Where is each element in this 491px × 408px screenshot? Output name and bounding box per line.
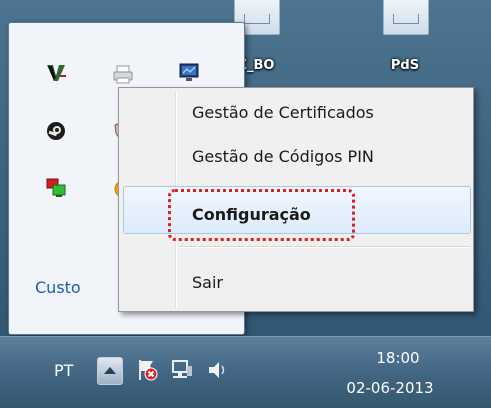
language-indicator[interactable]: PT [54, 361, 73, 380]
action-center-error-icon[interactable] [135, 358, 159, 382]
menu-item-exit[interactable]: Sair [192, 273, 223, 292]
menu-item-certificate-management[interactable]: Gestão de Certificados [192, 103, 374, 122]
volume-icon[interactable] [206, 358, 230, 382]
taskbar: PT 18:00 02-06-2013 [0, 336, 491, 408]
matlab-icon[interactable] [45, 61, 67, 83]
chevron-up-icon [104, 367, 116, 374]
menu-separator [179, 246, 470, 248]
network-status-icon[interactable] [170, 358, 194, 382]
show-hidden-icons-button[interactable] [97, 357, 123, 385]
highlight-annotation [168, 189, 355, 241]
document-thumbnail-icon [383, 0, 429, 35]
network-icon[interactable] [45, 177, 67, 199]
steam-icon[interactable] [45, 120, 67, 142]
desktop-icon-pds[interactable]: PdS [375, 0, 435, 80]
monitor-icon[interactable] [178, 61, 200, 83]
desktop-icon-label: PdS [390, 58, 420, 73]
customize-link[interactable]: Custo [35, 278, 81, 297]
printer-icon[interactable] [112, 63, 134, 85]
menu-item-pin-code-management[interactable]: Gestão de Códigos PIN [192, 147, 374, 166]
clock-time[interactable]: 18:00 [356, 349, 440, 367]
clock-date[interactable]: 02-06-2013 [340, 379, 440, 397]
